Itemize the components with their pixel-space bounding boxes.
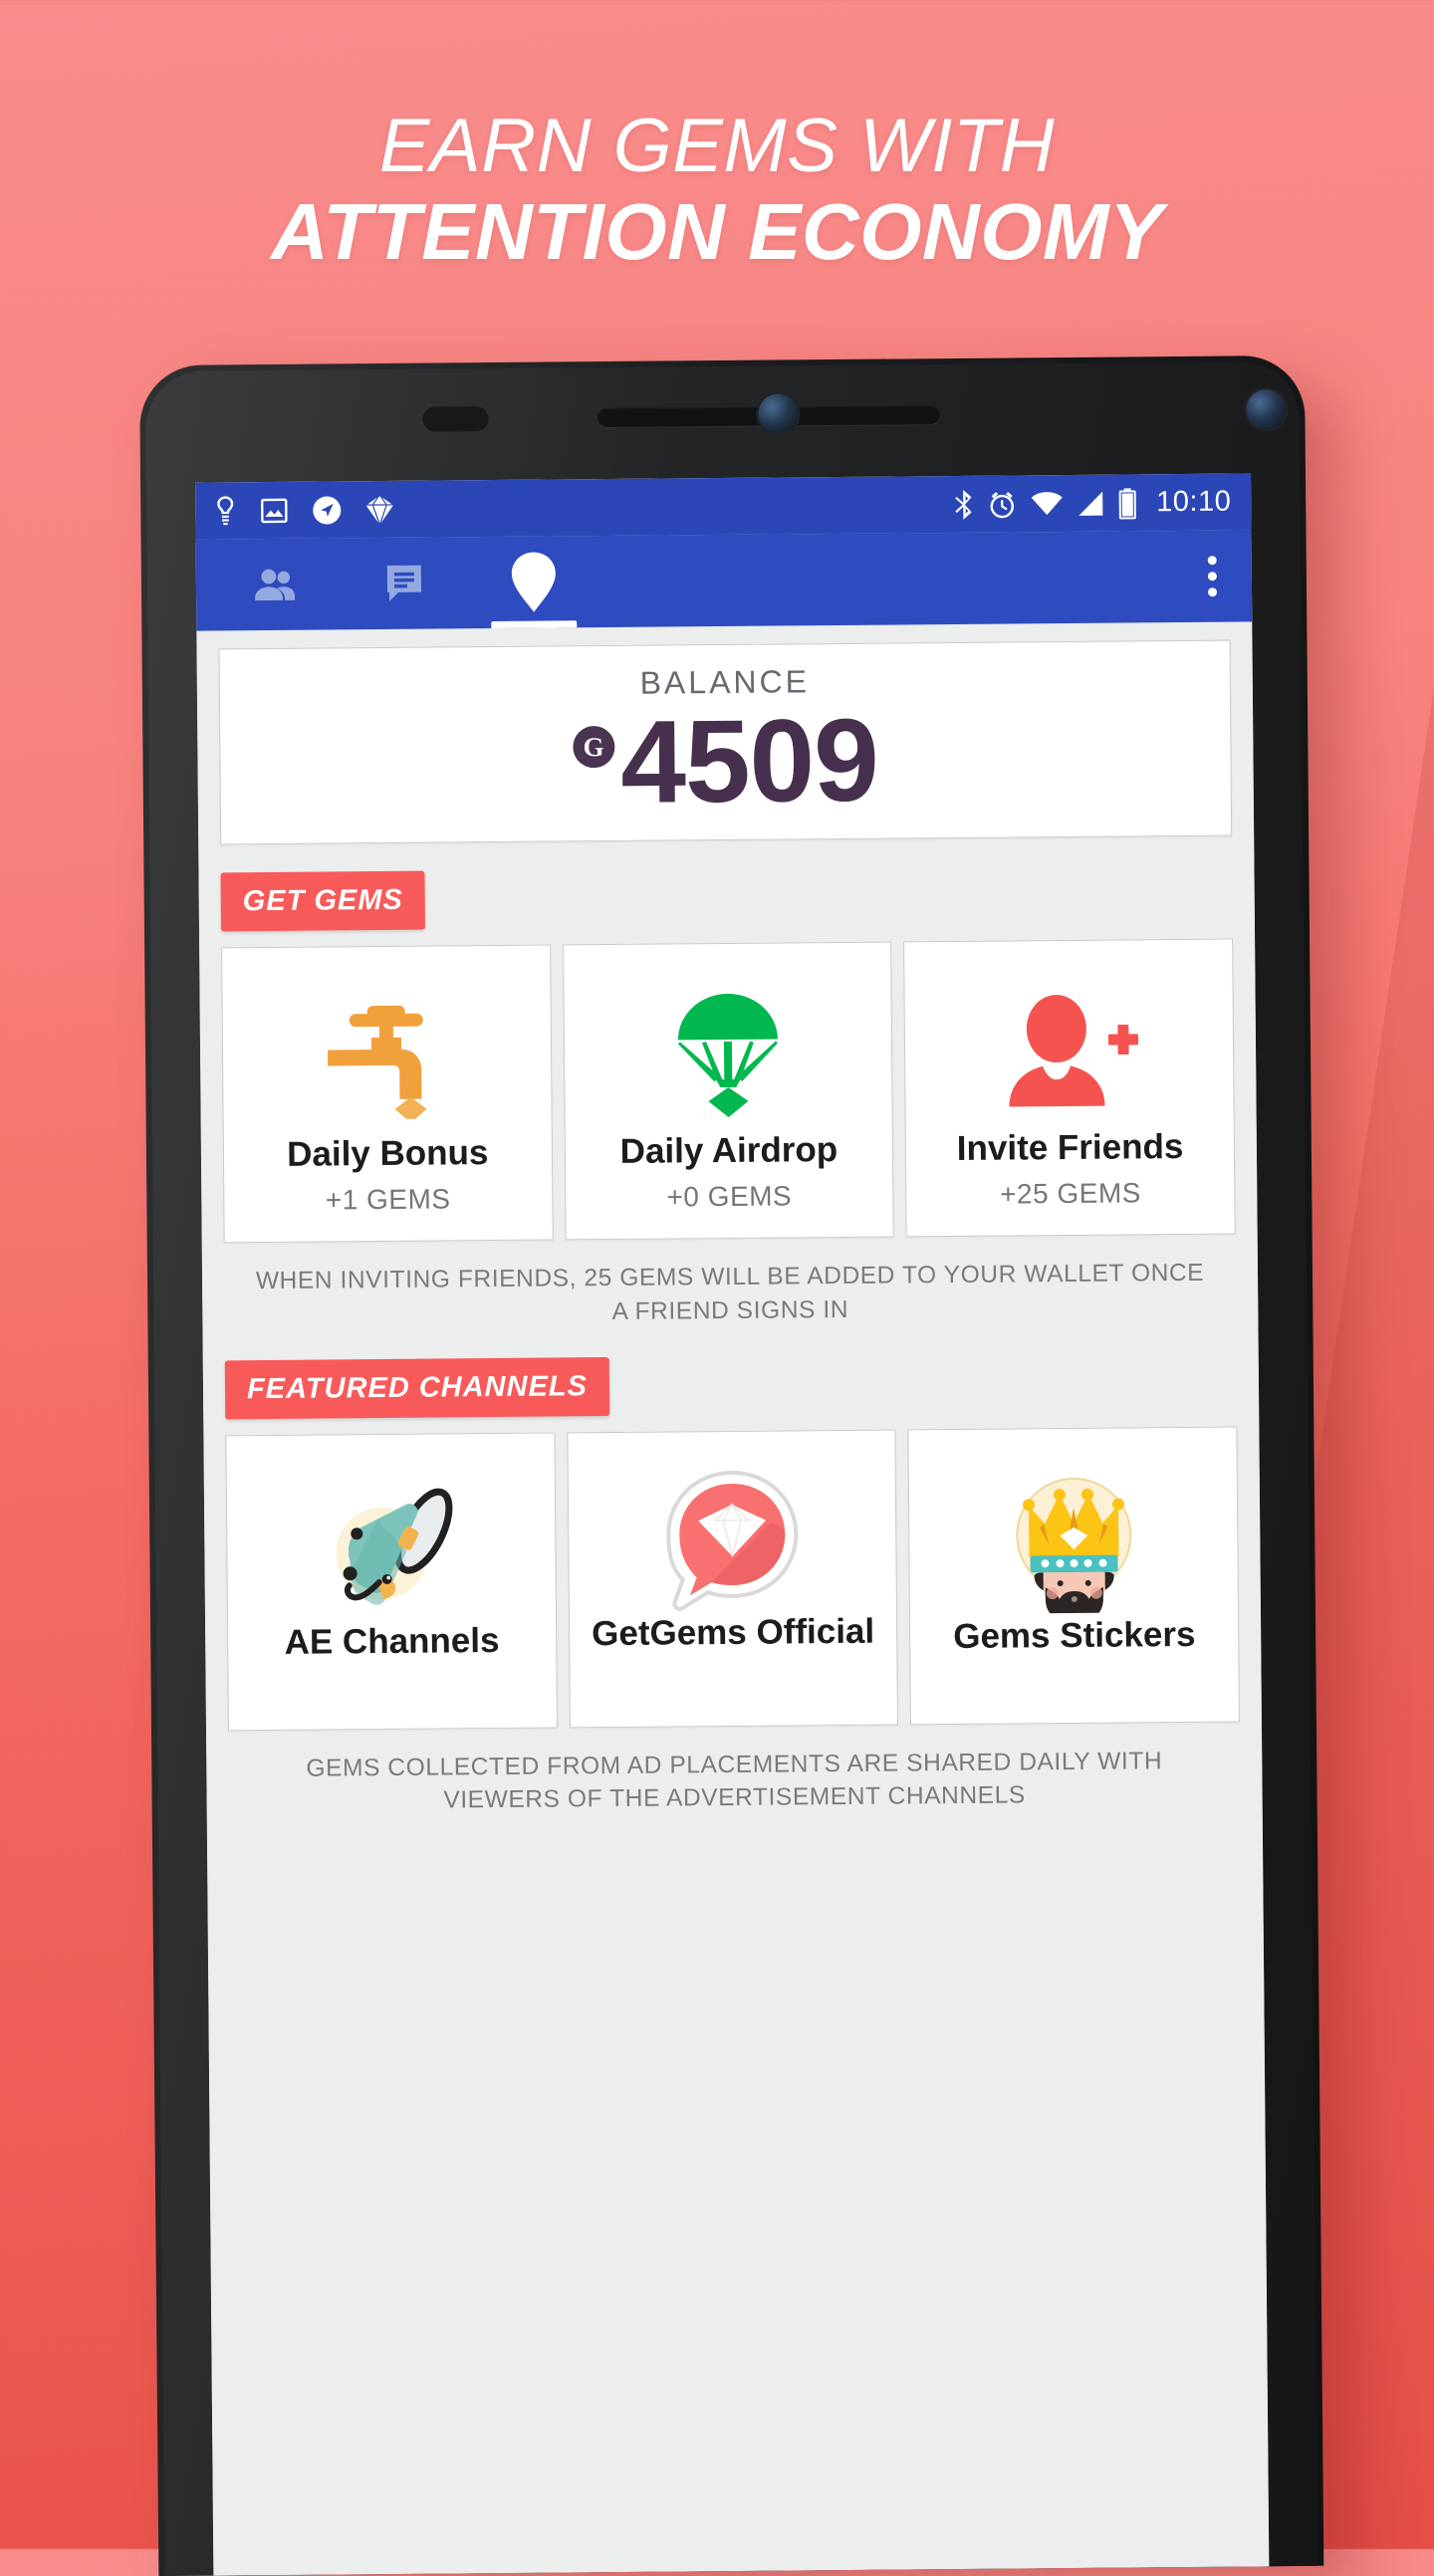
faucet-icon <box>328 1005 427 1120</box>
getgems-official-card[interactable]: GetGems Official <box>567 1429 899 1728</box>
overflow-menu-button[interactable] <box>1206 556 1218 597</box>
bluetooth-icon <box>955 489 972 520</box>
card-icon-slot <box>998 974 1140 1126</box>
card-icon-slot <box>316 1468 466 1620</box>
balance-card[interactable]: BALANCE G 4509 <box>218 639 1233 845</box>
app-bar <box>195 530 1253 631</box>
alarm-icon <box>990 491 1014 518</box>
gems-tab[interactable] <box>469 536 599 629</box>
more-vert-icon-dot <box>1207 587 1217 597</box>
active-tab-indicator <box>491 620 578 629</box>
daily-bonus-card[interactable]: Daily Bonus +1 GEMS <box>221 944 554 1244</box>
chats-tab[interactable] <box>340 537 470 629</box>
card-icon-slot <box>322 980 452 1132</box>
gem-currency-icon: G <box>572 725 615 769</box>
front-camera-secondary-icon <box>1246 389 1287 430</box>
more-vert-icon-dot <box>1207 572 1217 582</box>
gem-icon <box>511 552 556 612</box>
card-subtitle: +25 GEMS <box>999 1177 1141 1210</box>
parachute-icon <box>677 993 778 1117</box>
proximity-sensor <box>422 406 489 432</box>
chat-icon <box>386 565 422 601</box>
featured-channels-note: GEMS COLLECTED FROM AD PLACEMENTS ARE SH… <box>306 1747 1163 1814</box>
card-title: GetGems Official <box>591 1611 875 1653</box>
navigation-icon <box>313 495 342 524</box>
battery-icon <box>1118 487 1136 520</box>
promo-headline: EARN GEMS WITH ATTENTION ECONOMY <box>0 108 1434 272</box>
card-title: Daily Bonus <box>286 1133 489 1174</box>
card-icon-slot <box>665 977 790 1129</box>
phone-mockup: 10:10 BALANCE G 4509 GET GEMS Daily Bonu… <box>139 354 1324 2576</box>
status-bar-right-icons: 10:10 <box>953 486 1231 521</box>
card-title: Gems Stickers <box>953 1614 1196 1656</box>
phone-body: 10:10 BALANCE G 4509 GET GEMS Daily Bonu… <box>145 360 1318 2576</box>
card-title: Daily Airdrop <box>619 1130 838 1171</box>
status-bar: 10:10 <box>195 473 1252 540</box>
card-subtitle: +1 GEMS <box>325 1183 451 1216</box>
ae-channels-card[interactable]: AE Channels <box>225 1432 558 1731</box>
signal-icon <box>1078 491 1103 516</box>
featured-channels-ribbon: FEATURED CHANNELS <box>224 1356 610 1419</box>
balance-row: G 4509 <box>572 694 879 828</box>
headline-line-2: ATTENTION ECONOMY <box>271 186 1163 276</box>
lightbulb-icon <box>217 495 234 525</box>
featured-channels-card-grid: AE Channels GetGems Official Gems Sticke… <box>225 1426 1240 1731</box>
image-icon <box>261 498 288 523</box>
balance-value: 4509 <box>619 694 879 828</box>
headline-line-1: EARN GEMS WITH <box>378 104 1056 188</box>
get-gems-card-grid: Daily Bonus +1 GEMS Daily Airdrop +0 GEM… <box>221 938 1236 1244</box>
card-title: AE Channels <box>284 1620 500 1662</box>
status-bar-clock: 10:10 <box>1156 485 1232 519</box>
card-title: Invite Friends <box>956 1126 1184 1168</box>
gems-stickers-card[interactable]: Gems Stickers <box>907 1426 1240 1725</box>
gem-bubble-icon <box>666 1470 799 1611</box>
contacts-tab[interactable] <box>210 538 341 630</box>
get-gems-ribbon: GET GEMS <box>220 870 426 932</box>
king-icon <box>1015 1477 1131 1614</box>
card-icon-slot <box>998 1462 1148 1614</box>
more-vert-icon-dot <box>1207 556 1217 566</box>
gem-icon <box>364 493 395 526</box>
screen-content: BALANCE G 4509 GET GEMS Daily Bonus +1 G… <box>196 639 1270 2576</box>
daily-airdrop-card[interactable]: Daily Airdrop +0 GEMS <box>562 941 895 1241</box>
person-add-icon <box>1009 995 1138 1107</box>
invite-friends-card[interactable]: Invite Friends +25 GEMS <box>903 938 1236 1238</box>
get-gems-note: WHEN INVITING FRIENDS, 25 GEMS WILL BE A… <box>255 1259 1205 1325</box>
people-icon <box>255 569 296 601</box>
card-icon-slot <box>659 1465 806 1617</box>
front-camera-icon <box>758 393 799 434</box>
wifi-icon <box>1031 491 1063 515</box>
card-subtitle: +0 GEMS <box>666 1180 793 1213</box>
phone-screen: 10:10 BALANCE G 4509 GET GEMS Daily Bonu… <box>195 473 1270 2576</box>
megaphone-icon <box>336 1488 453 1605</box>
status-bar-left-icons <box>213 493 395 527</box>
